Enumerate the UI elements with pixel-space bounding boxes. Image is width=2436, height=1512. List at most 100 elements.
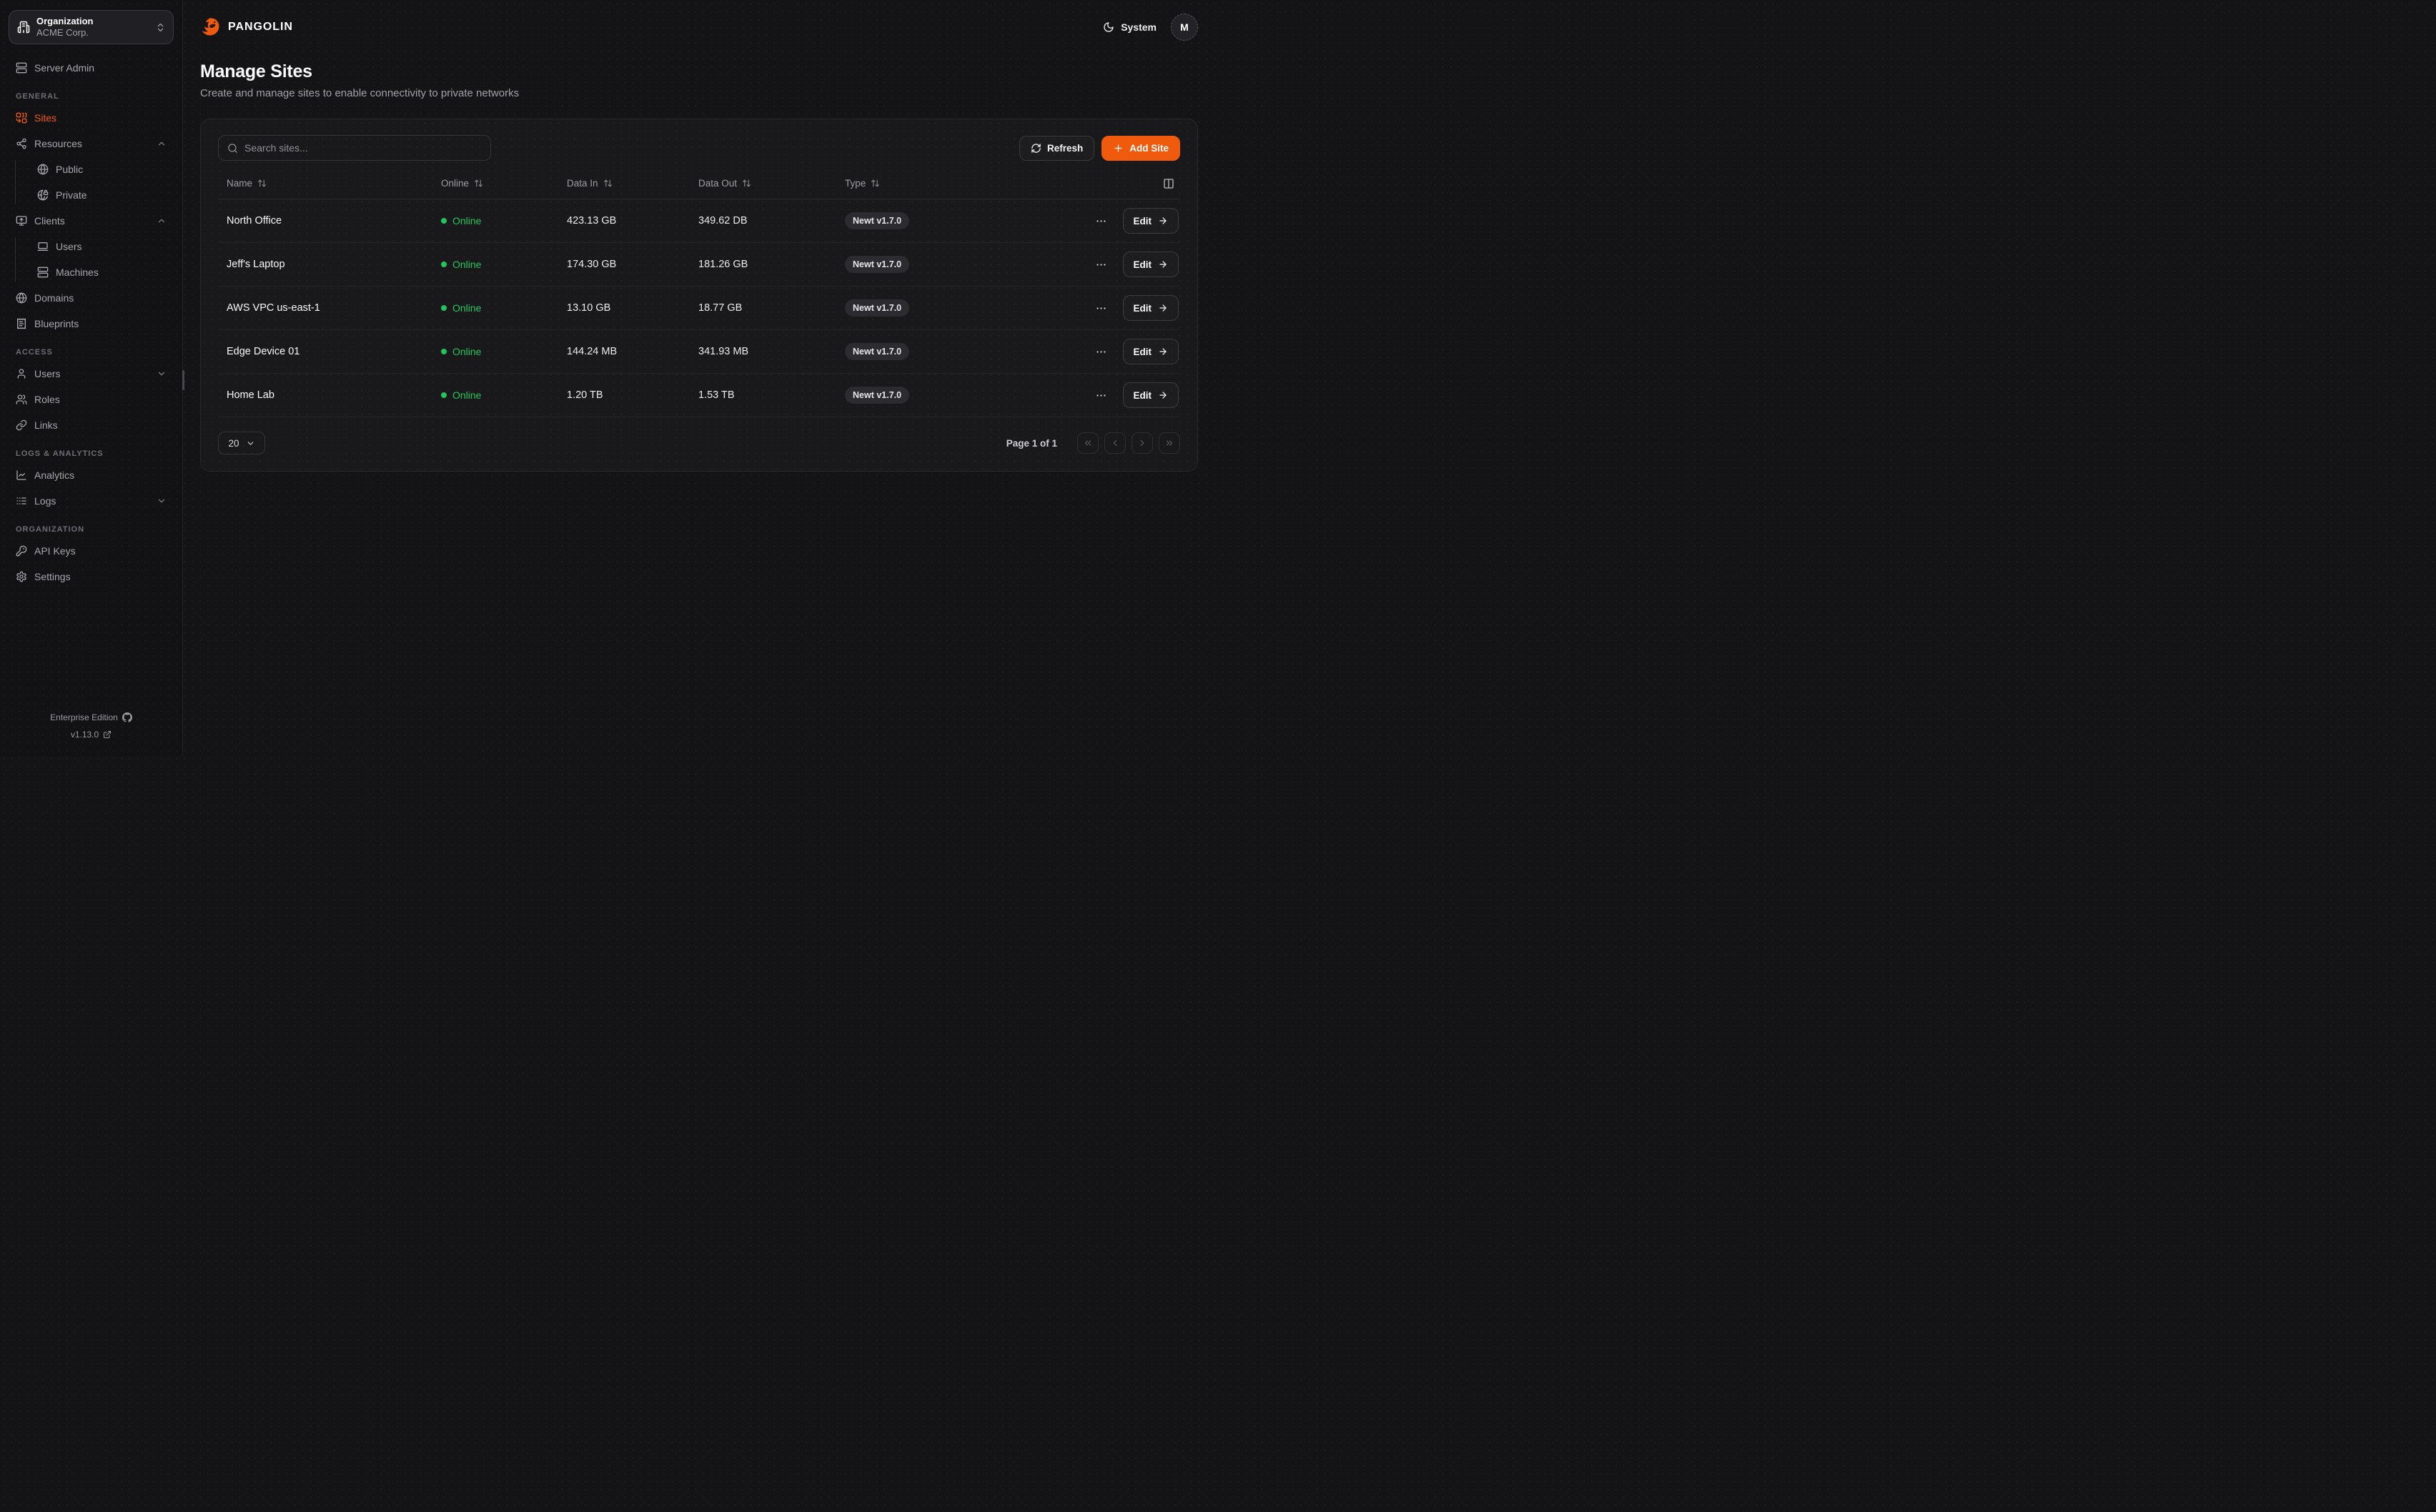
sidebar-item-server-admin[interactable]: Server Admin xyxy=(9,56,174,79)
row-menu-button[interactable] xyxy=(1092,343,1110,361)
laptop-icon xyxy=(37,241,49,252)
edit-label: Edit xyxy=(1133,346,1152,357)
edit-button[interactable]: Edit xyxy=(1122,382,1179,408)
sort-icon xyxy=(742,179,751,188)
online-dot-icon xyxy=(441,262,447,267)
sidebar-item-client-users[interactable]: Users xyxy=(30,234,174,258)
page-subtitle: Create and manage sites to enable connec… xyxy=(200,87,520,99)
arrow-right-icon xyxy=(1158,216,1168,226)
edit-label: Edit xyxy=(1133,259,1152,270)
column-header-type[interactable]: Type xyxy=(836,178,1005,189)
column-label: Online xyxy=(441,178,470,189)
sidebar-item-resources[interactable]: Resources xyxy=(9,131,174,155)
chevron-up-icon xyxy=(157,139,167,149)
section-label-access: ACCESS xyxy=(16,348,53,357)
column-header-data-in[interactable]: Data In xyxy=(558,178,690,189)
sidebar-scrollbar-thumb[interactable] xyxy=(182,370,184,390)
sidebar-item-machines[interactable]: Machines xyxy=(30,260,174,284)
next-page-button[interactable] xyxy=(1132,432,1153,454)
add-site-button[interactable]: Add Site xyxy=(1101,135,1180,161)
column-header-data-out[interactable]: Data Out xyxy=(690,178,836,189)
globe-icon xyxy=(16,292,27,304)
theme-toggle-label: System xyxy=(1121,21,1157,33)
sidebar-item-clients[interactable]: Clients xyxy=(9,209,174,232)
sidebar-item-label: Sites xyxy=(34,111,57,124)
sidebar-item-label: Users xyxy=(34,367,61,379)
chevron-up-icon xyxy=(157,216,167,226)
sidebar-item-label: Server Admin xyxy=(34,61,95,74)
sidebar-item-label: Clients xyxy=(34,214,65,227)
brand-logo[interactable]: PANGOLIN xyxy=(200,16,293,38)
edit-button[interactable]: Edit xyxy=(1122,252,1179,277)
online-dot-icon xyxy=(441,392,447,398)
sidebar-item-label: Roles xyxy=(34,393,60,405)
sidebar-item-label: Logs xyxy=(34,494,56,507)
sort-icon xyxy=(871,179,880,188)
arrow-right-icon xyxy=(1158,259,1168,269)
page-title: Manage Sites xyxy=(200,61,312,81)
edit-label: Edit xyxy=(1133,215,1152,227)
row-menu-button[interactable] xyxy=(1092,387,1110,404)
edit-button[interactable]: Edit xyxy=(1122,295,1179,321)
monitor-up-icon xyxy=(16,215,27,227)
brand-name: PANGOLIN xyxy=(228,21,293,33)
theme-toggle[interactable]: System xyxy=(1103,21,1157,33)
site-name: AWS VPC us-east-1 xyxy=(227,302,320,314)
refresh-button[interactable]: Refresh xyxy=(1019,135,1095,161)
sidebar-item-public[interactable]: Public xyxy=(30,157,174,181)
sidebar-item-blueprints[interactable]: Blueprints xyxy=(9,312,174,335)
online-dot-icon xyxy=(441,349,447,354)
edition-link[interactable]: Enterprise Edition xyxy=(9,709,174,726)
sidebar-item-domains[interactable]: Domains xyxy=(9,286,174,309)
columns-toggle-button[interactable] xyxy=(1162,176,1176,191)
pangolin-logo-icon xyxy=(200,16,222,38)
avatar[interactable]: M xyxy=(1171,14,1198,41)
sidebar-item-settings[interactable]: Settings xyxy=(9,564,174,588)
version-link[interactable]: v1.13.0 xyxy=(9,726,174,743)
sidebar: Organization ACME Corp. Server Admin GEN… xyxy=(0,0,184,756)
column-header-name[interactable]: Name xyxy=(218,178,432,189)
sort-icon xyxy=(603,179,613,188)
column-label: Data Out xyxy=(698,178,738,189)
sidebar-item-label: Public xyxy=(56,163,84,175)
first-page-button[interactable] xyxy=(1077,432,1099,454)
sidebar-item-logs[interactable]: Logs xyxy=(9,489,174,512)
previous-page-button[interactable] xyxy=(1104,432,1126,454)
edit-button[interactable]: Edit xyxy=(1122,208,1179,234)
users-icon xyxy=(16,394,27,405)
gear-icon xyxy=(16,571,27,582)
add-site-label: Add Site xyxy=(1129,142,1169,154)
page-size-select[interactable]: 20 xyxy=(218,432,265,454)
row-menu-button[interactable] xyxy=(1092,256,1110,274)
sidebar-item-users[interactable]: Users xyxy=(9,362,174,385)
sidebar-item-links[interactable]: Links xyxy=(9,413,174,437)
table-row: Jeff's Laptop Online 174.30 GB 181.26 GB… xyxy=(218,243,1180,287)
site-name: Edge Device 01 xyxy=(227,346,300,357)
topbar: PANGOLIN System M xyxy=(200,0,1198,54)
sort-icon xyxy=(257,179,267,188)
row-menu-button[interactable] xyxy=(1092,212,1110,230)
edit-button[interactable]: Edit xyxy=(1122,339,1179,364)
sidebar-item-analytics[interactable]: Analytics xyxy=(9,463,174,487)
online-status: Online xyxy=(441,302,481,314)
column-label: Data In xyxy=(567,178,598,189)
data-in-value: 1.20 TB xyxy=(567,389,603,401)
sites-icon xyxy=(16,112,27,124)
sidebar-item-private[interactable]: Private xyxy=(30,183,174,207)
sidebar-item-label: API Keys xyxy=(34,544,76,557)
row-menu-button[interactable] xyxy=(1092,299,1110,317)
online-label: Online xyxy=(452,302,482,314)
sidebar-item-roles[interactable]: Roles xyxy=(9,387,174,411)
sidebar-item-label: Blueprints xyxy=(34,317,79,329)
column-header-online[interactable]: Online xyxy=(432,178,558,189)
data-in-value: 174.30 GB xyxy=(567,259,617,270)
type-badge: Newt v1.7.0 xyxy=(845,256,910,273)
org-switcher[interactable]: Organization ACME Corp. xyxy=(9,10,174,44)
chart-line-icon xyxy=(16,469,27,481)
server-icon xyxy=(16,62,27,74)
clients-subgroup: Users Machines xyxy=(9,234,174,286)
sidebar-item-api-keys[interactable]: API Keys xyxy=(9,539,174,562)
search-input[interactable] xyxy=(244,142,482,154)
last-page-button[interactable] xyxy=(1159,432,1180,454)
sidebar-item-sites[interactable]: Sites xyxy=(9,106,174,129)
